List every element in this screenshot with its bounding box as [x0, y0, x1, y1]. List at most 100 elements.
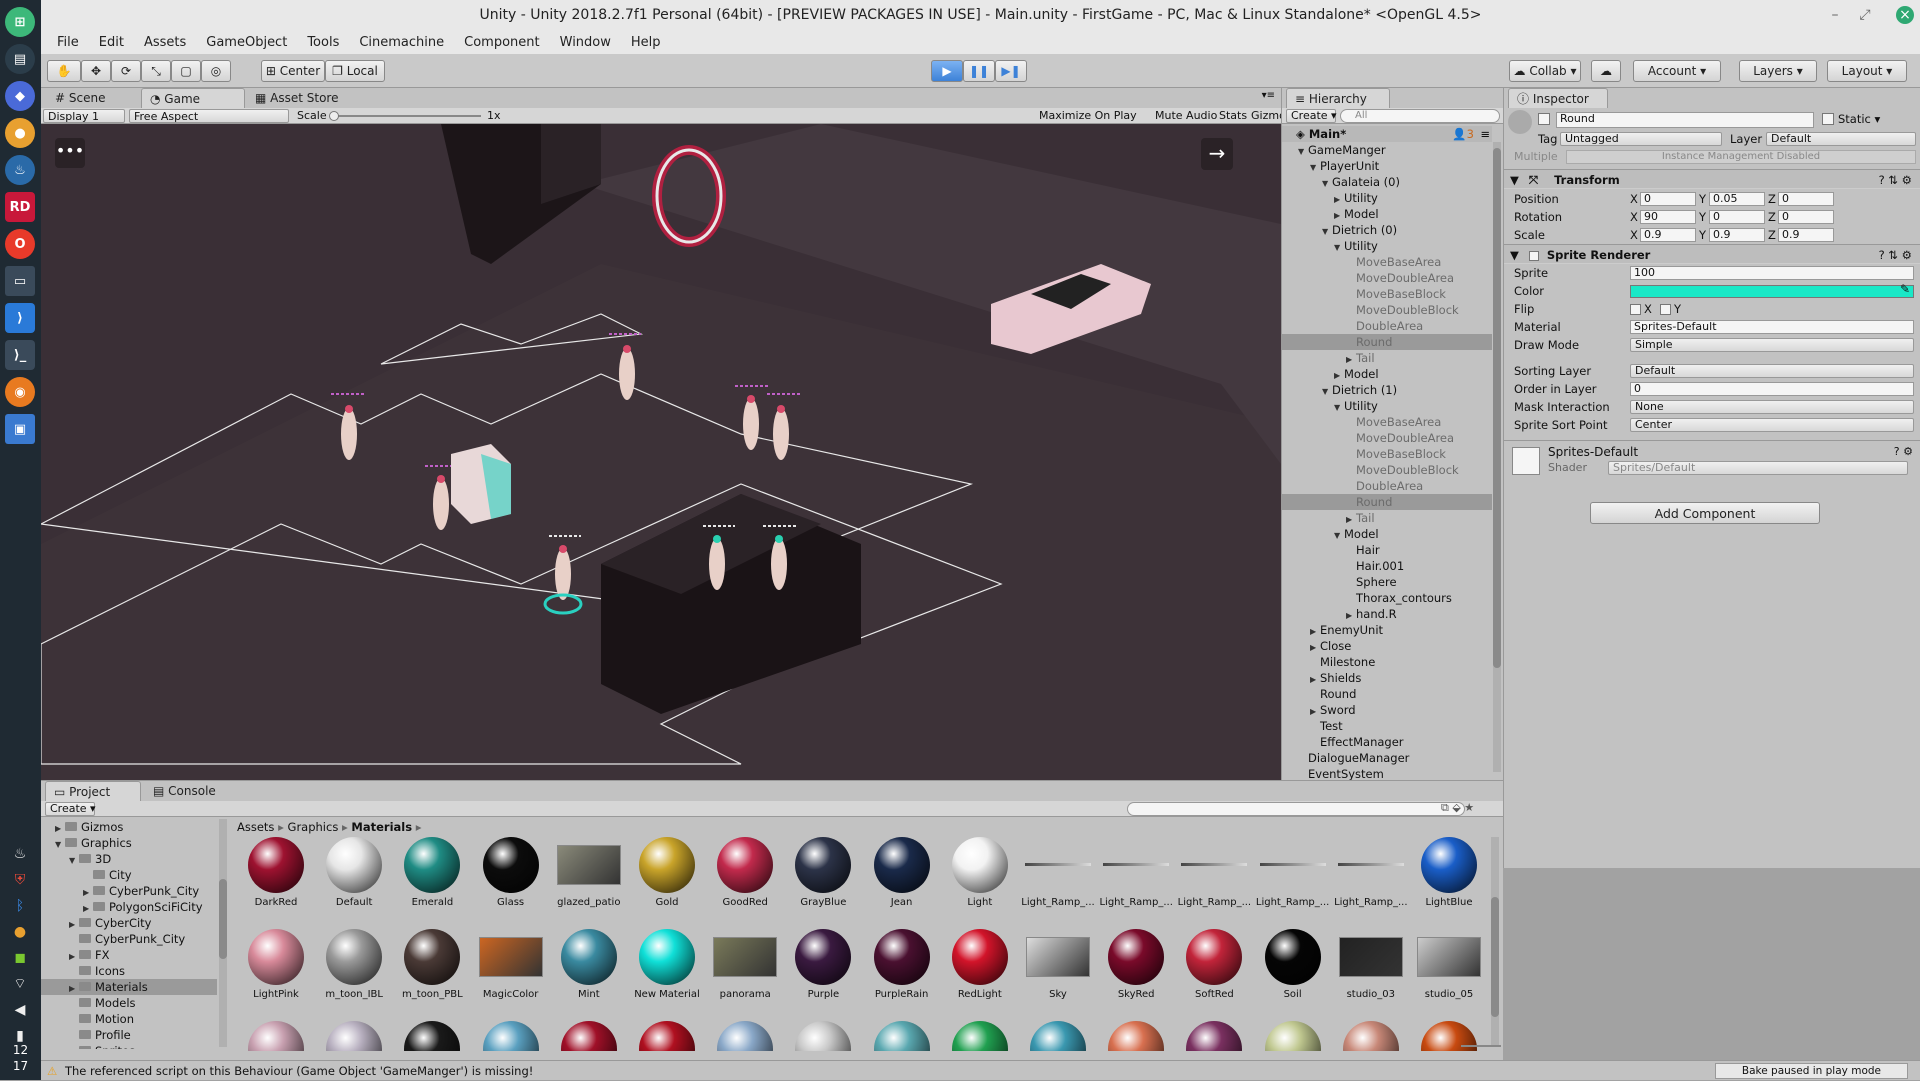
- filter-icons[interactable]: ⧉ ⬙ ★: [1441, 801, 1474, 815]
- transform-tool-button[interactable]: ◎: [201, 60, 231, 82]
- hierarchy-item[interactable]: ▶ hand.R: [1282, 606, 1492, 622]
- hand-tool-button[interactable]: ✋: [47, 60, 81, 82]
- hierarchy-item[interactable]: MoveBaseArea: [1282, 254, 1492, 270]
- project-create-dropdown[interactable]: Create ▾: [45, 802, 96, 816]
- mute-audio-toggle[interactable]: Mute Audio: [1155, 109, 1217, 122]
- local-toggle-button[interactable]: ❐ Local: [325, 60, 385, 82]
- material-asset[interactable]: LightBlue: [1410, 837, 1487, 908]
- material-menu-icons[interactable]: ? ⚙: [1894, 445, 1913, 458]
- flip-x-checkbox[interactable]: [1630, 304, 1641, 315]
- material-asset[interactable]: Gold: [628, 837, 706, 908]
- hierarchy-item[interactable]: ▶ Tail: [1282, 350, 1492, 366]
- account-dropdown[interactable]: Account ▾: [1633, 60, 1721, 82]
- cloud-button[interactable]: ☁: [1591, 60, 1621, 82]
- hierarchy-item[interactable]: Hair: [1282, 542, 1492, 558]
- status-message[interactable]: The referenced script on this Behaviour …: [65, 1064, 533, 1078]
- folder-item[interactable]: ▼ Graphics: [41, 835, 217, 851]
- scale-slider-handle[interactable]: [329, 111, 339, 121]
- active-checkbox[interactable]: [1538, 113, 1550, 125]
- hierarchy-item[interactable]: ▶ Tail: [1282, 510, 1492, 526]
- scale-x-field[interactable]: 0.9: [1640, 228, 1696, 242]
- shader-dropdown[interactable]: Sprites/Default: [1608, 461, 1908, 475]
- hierarchy-item[interactable]: DoubleArea: [1282, 478, 1492, 494]
- material-asset[interactable]: [1332, 1021, 1410, 1051]
- sprite-renderer-header[interactable]: ▼ Sprite Renderer ? ⇅ ⚙: [1504, 244, 1920, 264]
- material-asset[interactable]: Light: [941, 837, 1019, 908]
- folder-item[interactable]: Icons: [41, 963, 217, 979]
- material-asset[interactable]: Light_Ramp_...: [1097, 837, 1175, 908]
- aspect-dropdown[interactable]: Free Aspect: [129, 109, 289, 123]
- asset-grid-scrollbar[interactable]: [1491, 837, 1499, 1047]
- material-asset[interactable]: panorama: [706, 929, 784, 1000]
- material-asset[interactable]: New Material: [628, 929, 706, 1000]
- material-asset[interactable]: [393, 1021, 471, 1051]
- material-asset[interactable]: GrayBlue: [784, 837, 862, 908]
- hierarchy-item[interactable]: ▶ Utility: [1282, 190, 1492, 206]
- hierarchy-create-dropdown[interactable]: Create ▾: [1286, 109, 1337, 123]
- tab-game[interactable]: ◔ Game: [141, 88, 245, 108]
- breadcrumb-item[interactable]: Assets: [237, 820, 274, 834]
- hierarchy-item[interactable]: ▶ Close: [1282, 638, 1492, 654]
- hierarchy-search-input[interactable]: All: [1340, 109, 1500, 123]
- project-search-input[interactable]: [1127, 802, 1465, 816]
- rotation-z-field[interactable]: 0: [1778, 210, 1834, 224]
- bluetooth-icon[interactable]: ᛒ: [10, 896, 30, 916]
- material-asset[interactable]: [941, 1021, 1019, 1051]
- layer-dropdown[interactable]: Default: [1766, 132, 1916, 146]
- draw-dropdown[interactable]: Simple: [1630, 338, 1914, 352]
- rotation-y-field[interactable]: 0: [1709, 210, 1765, 224]
- menu-gameobject[interactable]: GameObject: [206, 35, 287, 50]
- material-asset[interactable]: Mint: [550, 929, 628, 1000]
- hierarchy-item[interactable]: Hair.001: [1282, 558, 1492, 574]
- center-toggle-button[interactable]: ⊞ Center: [261, 60, 325, 82]
- hierarchy-item[interactable]: ▼ PlayerUnit: [1282, 158, 1492, 174]
- hierarchy-item[interactable]: Round: [1282, 334, 1492, 350]
- folder-item[interactable]: ▶ FX: [41, 947, 217, 963]
- material-asset[interactable]: [1254, 1021, 1332, 1051]
- hierarchy-item[interactable]: EffectManager: [1282, 734, 1492, 750]
- menu-assets[interactable]: Assets: [144, 35, 186, 50]
- tab-console[interactable]: ▤ Console: [145, 781, 224, 801]
- folder-item[interactable]: Sprites: [41, 1043, 217, 1049]
- pause-button[interactable]: ❚❚: [963, 60, 995, 82]
- material-asset[interactable]: RedLight: [941, 929, 1019, 1000]
- menu-edit[interactable]: Edit: [99, 35, 124, 50]
- hierarchy-item[interactable]: MoveDoubleBlock: [1282, 462, 1492, 478]
- chrome-tray-icon[interactable]: ●: [10, 922, 30, 942]
- hierarchy-item[interactable]: ▼ Dietrich (1): [1282, 382, 1492, 398]
- tab-inspector[interactable]: ⓘ Inspector: [1508, 88, 1608, 108]
- hierarchy-item[interactable]: Test: [1282, 718, 1492, 734]
- material-asset[interactable]: Purple: [784, 929, 862, 1000]
- component-menu-icons-2[interactable]: ? ⇅ ⚙: [1879, 245, 1912, 265]
- tab-scene[interactable]: # Scene: [47, 88, 113, 108]
- hierarchy-item[interactable]: ▶ Model: [1282, 206, 1492, 222]
- sortpoint-dropdown[interactable]: Center: [1630, 418, 1914, 432]
- material-asset[interactable]: [863, 1021, 941, 1051]
- position-x-field[interactable]: 0: [1640, 192, 1696, 206]
- scene-menu-icon[interactable]: ≡: [1480, 126, 1490, 142]
- hierarchy-item[interactable]: MoveBaseBlock: [1282, 286, 1492, 302]
- position-z-field[interactable]: 0: [1778, 192, 1834, 206]
- hierarchy-item[interactable]: Round: [1282, 686, 1492, 702]
- stats-toggle[interactable]: Stats: [1219, 109, 1247, 122]
- hierarchy-item[interactable]: DoubleArea: [1282, 318, 1492, 334]
- material-asset[interactable]: Light_Ramp_...: [1254, 837, 1332, 908]
- tab-hierarchy[interactable]: ≡ Hierarchy: [1286, 88, 1390, 108]
- sprite-field[interactable]: 100: [1630, 266, 1914, 280]
- folder-icon[interactable]: ▭: [5, 266, 35, 296]
- folder-item[interactable]: ▼ 3D: [41, 851, 217, 867]
- hierarchy-item[interactable]: EventSystem: [1282, 766, 1492, 780]
- volume-icon[interactable]: ◀: [10, 1000, 30, 1020]
- arrow-right-icon[interactable]: →: [1201, 138, 1233, 170]
- opera-icon[interactable]: O: [5, 229, 35, 259]
- hierarchy-item[interactable]: MoveDoubleArea: [1282, 430, 1492, 446]
- hierarchy-item[interactable]: ▶ EnemyUnit: [1282, 622, 1492, 638]
- material-asset[interactable]: Light_Ramp_...: [1332, 837, 1410, 908]
- menu-component[interactable]: Component: [464, 35, 539, 50]
- material-asset[interactable]: Default: [315, 837, 393, 908]
- material-asset[interactable]: Glass: [472, 837, 550, 908]
- move-tool-button[interactable]: ✥: [81, 60, 111, 82]
- material-asset[interactable]: SkyRed: [1097, 929, 1175, 1000]
- hierarchy-scrollbar[interactable]: [1493, 142, 1501, 772]
- step-button[interactable]: ▶❚: [995, 60, 1027, 82]
